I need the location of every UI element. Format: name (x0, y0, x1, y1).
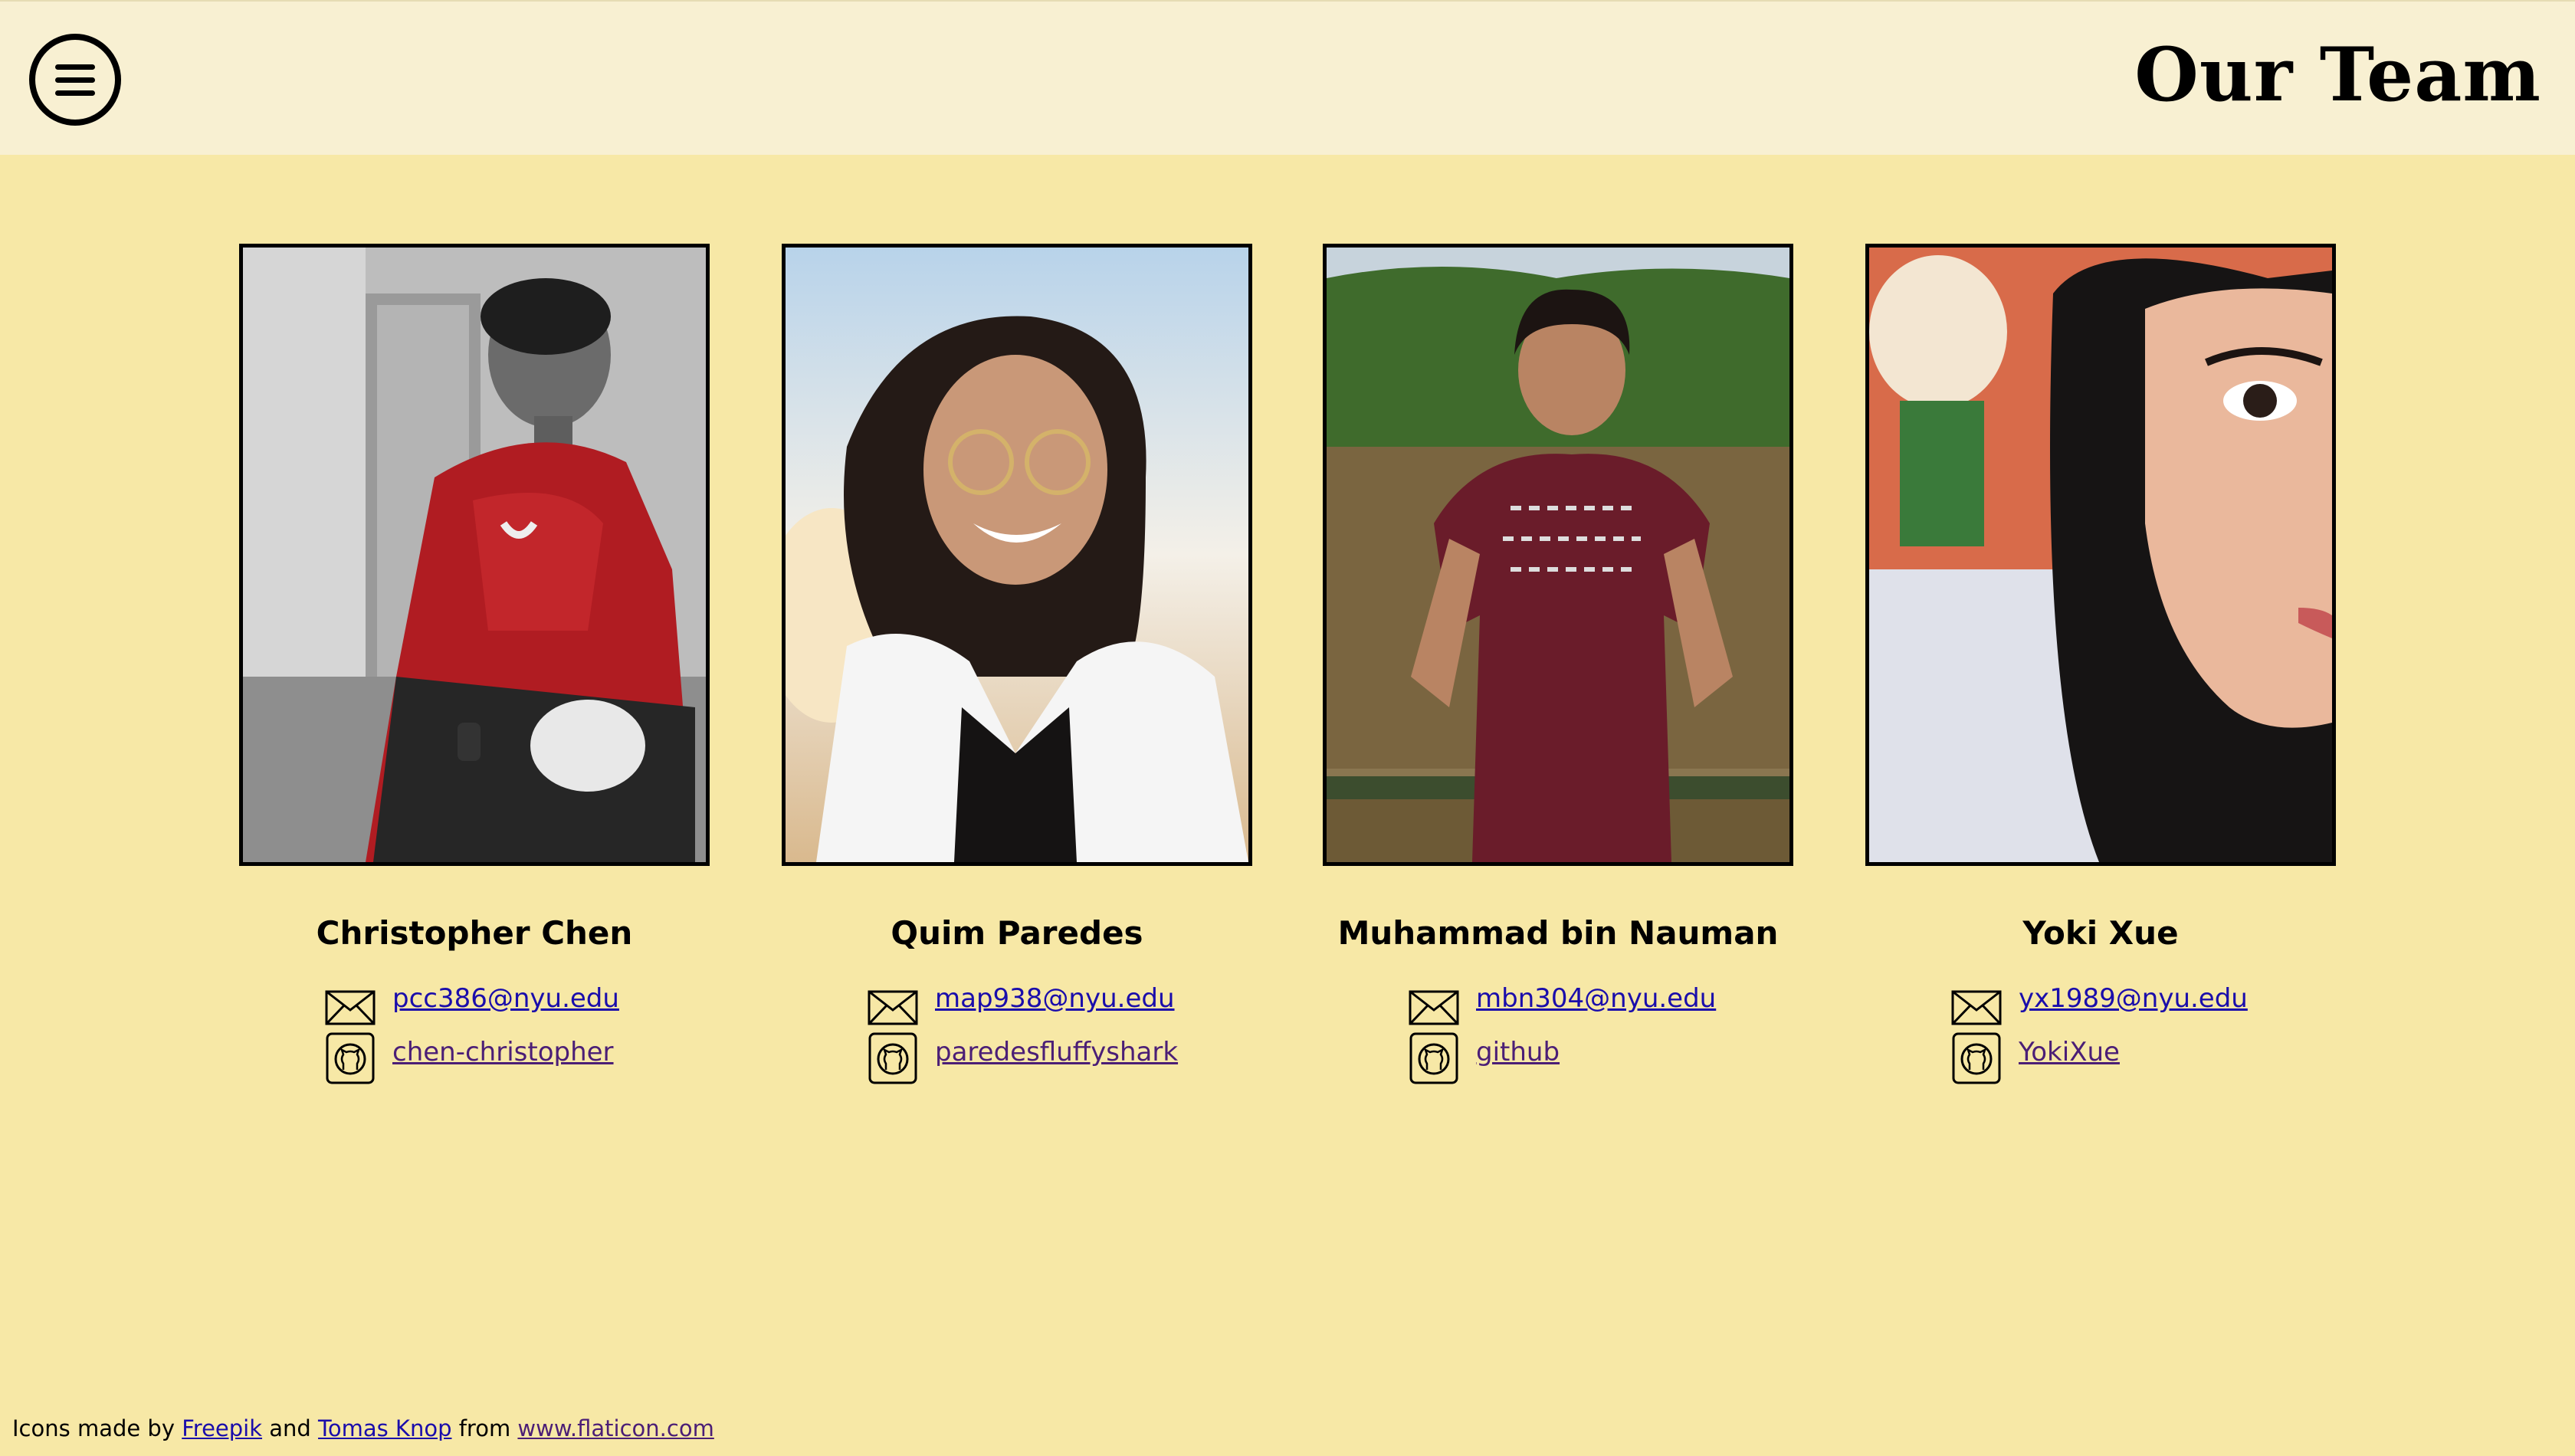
member-photo-quim-paredes (786, 248, 1248, 862)
page-title: Our Team (2134, 31, 2541, 118)
icon-credits-footer: Icons made by Freepik and Tomas Knop fro… (12, 1413, 714, 1444)
menu-bar (55, 90, 95, 96)
team-page: Our Team Christopher Chen pcc386@nyu.edu… (0, 0, 2575, 1456)
envelope-icon (868, 990, 918, 1025)
team-member-card: Yoki Xue yx1989@nyu.edu YokiXue (1865, 244, 2336, 1084)
email-row: yx1989@nyu.edu (1951, 979, 2380, 1033)
flaticon-link[interactable]: www.flaticon.com (517, 1415, 713, 1441)
member-name: Quim Paredes (891, 914, 1143, 952)
envelope-icon (325, 990, 376, 1025)
github-row: github (1409, 1032, 1838, 1087)
email-link[interactable]: pcc386@nyu.edu (392, 979, 619, 1018)
footer-and: and (269, 1415, 311, 1441)
freepik-link[interactable]: Freepik (182, 1415, 262, 1441)
member-photo-muhammad-bin-nauman (1327, 248, 1789, 862)
github-icon (868, 1032, 917, 1084)
member-photo (1865, 244, 2336, 866)
member-name: Christopher Chen (316, 914, 633, 952)
github-row: YokiXue (1951, 1032, 2380, 1087)
member-photo (239, 244, 710, 866)
tomas-knop-link[interactable]: Tomas Knop (318, 1415, 451, 1441)
team-grid: Christopher Chen pcc386@nyu.edu chen-chr… (239, 244, 2339, 1102)
github-link[interactable]: chen-christopher (392, 1033, 614, 1071)
github-row: chen-christopher (325, 1032, 754, 1087)
envelope-icon (1409, 990, 1459, 1025)
member-photo (782, 244, 1252, 866)
footer-from: from (458, 1415, 511, 1441)
email-link[interactable]: map938@nyu.edu (935, 979, 1175, 1018)
email-link[interactable]: mbn304@nyu.edu (1476, 979, 1716, 1018)
member-name: Muhammad bin Nauman (1337, 914, 1779, 952)
github-icon (326, 1032, 375, 1084)
envelope-icon (1951, 990, 2002, 1025)
menu-bar (55, 64, 95, 70)
page-header: Our Team (0, 0, 2575, 155)
email-row: mbn304@nyu.edu (1409, 979, 1838, 1033)
menu-bar (55, 77, 95, 83)
team-member-card: Christopher Chen pcc386@nyu.edu chen-chr… (239, 244, 710, 1084)
github-link[interactable]: YokiXue (2019, 1033, 2120, 1071)
email-row: pcc386@nyu.edu (325, 979, 754, 1033)
github-icon (1409, 1032, 1458, 1084)
member-photo-yoki-xue (1869, 248, 2332, 862)
github-link[interactable]: github (1476, 1033, 1560, 1071)
team-member-card: Quim Paredes map938@nyu.edu paredesfluff… (782, 244, 1252, 1084)
member-photo-christopher-chen (243, 248, 706, 862)
email-row: map938@nyu.edu (868, 979, 1297, 1033)
team-member-card: Muhammad bin Nauman mbn304@nyu.edu githu… (1323, 244, 1793, 1084)
github-row: paredesfluffyshark (868, 1032, 1297, 1087)
github-link[interactable]: paredesfluffyshark (935, 1033, 1178, 1071)
github-icon (1952, 1032, 2001, 1084)
footer-prefix: Icons made by (12, 1415, 175, 1441)
email-link[interactable]: yx1989@nyu.edu (2019, 979, 2248, 1018)
member-photo (1323, 244, 1793, 866)
hamburger-menu-icon[interactable] (29, 34, 121, 126)
member-name: Yoki Xue (2022, 914, 2179, 952)
